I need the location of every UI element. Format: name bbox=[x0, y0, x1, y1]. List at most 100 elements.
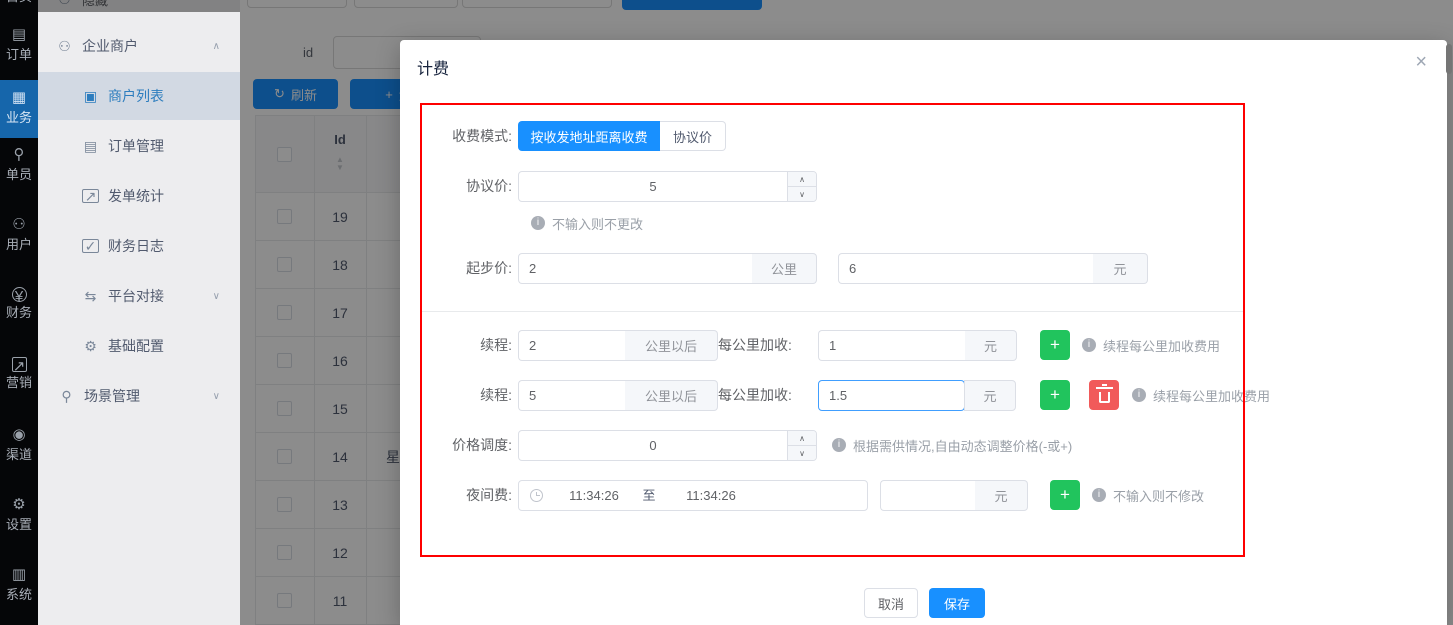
price-adjust-hint: i 根据需供情况,自由动态调整价格(-或+) bbox=[832, 430, 1072, 460]
sidebar-item-dispatch-stats[interactable]: ↗ 发单统计 bbox=[38, 172, 240, 220]
save-button[interactable]: 保存 bbox=[929, 588, 985, 618]
rail-item-users[interactable]: ⚇ 用户 bbox=[0, 216, 38, 253]
log-icon: ✓ bbox=[82, 239, 99, 253]
stepper-up-icon[interactable]: ∧ bbox=[788, 431, 816, 446]
night-end-time[interactable]: 11:34:26 bbox=[666, 481, 756, 510]
sidebar-group-enterprise-merchants[interactable]: ⚇ 企业商户 ∧ bbox=[38, 28, 240, 64]
rail-item-orders[interactable]: ▤ 订单 bbox=[0, 26, 38, 63]
time-range-separator: 至 bbox=[629, 481, 669, 510]
stats-icon: ↗ bbox=[82, 189, 99, 203]
rail-item-riders[interactable]: ⚲ 单员 bbox=[0, 146, 38, 183]
tier-distance-input[interactable] bbox=[518, 380, 625, 411]
business-grid-icon: ▦ bbox=[0, 89, 38, 107]
sidebar-item-merchant-list[interactable]: ▣ 商户列表 bbox=[38, 72, 240, 120]
add-tier-button[interactable]: + bbox=[1040, 330, 1070, 360]
add-night-fee-button[interactable]: + bbox=[1050, 480, 1080, 510]
night-fee-label: 夜间费: bbox=[400, 480, 512, 510]
price-adjust-input[interactable] bbox=[519, 431, 787, 460]
add-tier-button[interactable]: + bbox=[1040, 380, 1070, 410]
scrollbar-thumb[interactable] bbox=[1446, 44, 1452, 74]
night-amount-group: 元 bbox=[880, 480, 1028, 511]
sidebar-top-dim bbox=[38, 0, 240, 12]
rail-item-business[interactable]: ▦ 业务 bbox=[0, 80, 38, 138]
close-icon[interactable]: × bbox=[1415, 52, 1427, 72]
unit-yuan: 元 bbox=[965, 330, 1017, 361]
stepper-up-icon[interactable]: ∧ bbox=[788, 172, 816, 187]
rail-item-home[interactable]: ⌂ 首页 bbox=[0, 0, 38, 5]
charge-mode-label: 收费模式: bbox=[400, 121, 512, 151]
stepper-controls: ∧ ∨ bbox=[787, 431, 816, 460]
info-icon: i bbox=[531, 216, 545, 230]
trash-icon bbox=[1099, 392, 1110, 403]
info-icon: i bbox=[1132, 388, 1146, 402]
marketing-icon: ↗ bbox=[12, 357, 27, 372]
tier-label: 续程: bbox=[400, 380, 512, 410]
unit-after-km: 公里以后 bbox=[625, 330, 718, 361]
stepper-controls: ∧ ∨ bbox=[787, 172, 816, 201]
scene-icon: ⚲ bbox=[58, 388, 75, 405]
tab-agreement-price[interactable]: 协议价 bbox=[660, 121, 726, 151]
base-amount-input[interactable] bbox=[838, 253, 1093, 284]
night-fee-hint: i 不输入则不修改 bbox=[1092, 480, 1204, 510]
tier-hint: i 续程每公里加收费用 bbox=[1082, 330, 1220, 360]
base-amount-group: 元 bbox=[838, 253, 1148, 284]
user-icon: ⚇ bbox=[0, 216, 38, 234]
info-icon: i bbox=[1092, 488, 1106, 502]
tab-distance-pricing[interactable]: 按收发地址距离收费 bbox=[518, 121, 660, 151]
id-card-icon: ▣ bbox=[82, 88, 99, 105]
unit-yuan: 元 bbox=[964, 380, 1016, 411]
tier-distance-input[interactable] bbox=[518, 330, 625, 361]
night-time-range-picker[interactable]: 11:34:26 至 11:34:26 bbox=[518, 480, 868, 511]
tier-label: 续程: bbox=[400, 330, 512, 360]
rail-item-settings[interactable]: ⚙ 设置 bbox=[0, 496, 38, 533]
tier-amount-group: 元 bbox=[818, 380, 1016, 411]
chevron-up-icon: ∧ bbox=[213, 41, 220, 52]
base-distance-group: 公里 bbox=[518, 253, 817, 284]
tier-amount-input-focused[interactable] bbox=[818, 380, 965, 411]
rail-item-system[interactable]: ▥ 系统 bbox=[0, 566, 38, 603]
stepper-down-icon[interactable]: ∨ bbox=[788, 446, 816, 460]
rail-item-marketing[interactable]: ↗ 营销 bbox=[0, 356, 38, 391]
rail-item-finance[interactable]: ¥ 财务 bbox=[0, 286, 38, 321]
channel-icon: ◉ bbox=[0, 426, 38, 444]
link-icon: ⇆ bbox=[82, 288, 99, 305]
price-adjust-stepper: ∧ ∨ bbox=[518, 430, 817, 461]
unit-km: 公里 bbox=[752, 253, 817, 284]
rail-item-channels[interactable]: ◉ 渠道 bbox=[0, 426, 38, 463]
per-km-label: 每公里加收: bbox=[718, 380, 792, 410]
sidebar-item-basic-config[interactable]: ⚙ 基础配置 bbox=[38, 322, 240, 370]
order-icon: ▤ bbox=[0, 26, 38, 44]
sidebar-item-finance-log[interactable]: ✓ 财务日志 bbox=[38, 222, 240, 270]
night-start-time[interactable]: 11:34:26 bbox=[549, 481, 639, 510]
billing-modal: 计费 × 收费模式: 按收发地址距离收费 协议价 协议价: ∧ ∨ i 不输入则… bbox=[400, 40, 1447, 625]
per-km-label: 每公里加收: bbox=[718, 330, 792, 360]
sidebar-item-platform-integration[interactable]: ⇆ 平台对接 ∨ bbox=[38, 272, 240, 320]
sidebar: ⚇ 隐藏 ⚇ 企业商户 ∧ ▣ 商户列表 ▤ 订单管理 ↗ 发单统计 ✓ 财务日… bbox=[38, 0, 240, 625]
price-adjust-label: 价格调度: bbox=[400, 430, 512, 460]
base-distance-input[interactable] bbox=[518, 253, 752, 284]
finance-icon: ¥ bbox=[12, 287, 27, 302]
unit-after-km: 公里以后 bbox=[625, 380, 718, 411]
app-root: ⌂ 首页 ▤ 订单 ▦ 业务 ⚲ 单员 ⚇ 用户 ¥ 财务 ↗ 营销 ◉ 渠道 bbox=[0, 0, 1453, 625]
cancel-button[interactable]: 取消 bbox=[864, 588, 918, 618]
delete-tier-button[interactable] bbox=[1089, 380, 1119, 410]
clock-icon bbox=[530, 489, 543, 502]
tier-amount-input[interactable] bbox=[818, 330, 965, 361]
tier-distance-group: 公里以后 bbox=[518, 380, 718, 411]
agreement-price-label: 协议价: bbox=[400, 171, 512, 201]
gear-icon: ⚙ bbox=[82, 338, 99, 355]
gear-icon: ⚙ bbox=[0, 496, 38, 514]
base-price-label: 起步价: bbox=[400, 253, 512, 283]
stepper-down-icon[interactable]: ∨ bbox=[788, 187, 816, 201]
sidebar-group-scene-management[interactable]: ⚲ 场景管理 ∨ bbox=[38, 372, 240, 420]
agreement-price-stepper: ∧ ∨ bbox=[518, 171, 817, 202]
unit-yuan: 元 bbox=[1093, 253, 1148, 284]
nav-rail: ⌂ 首页 ▤ 订单 ▦ 业务 ⚲ 单员 ⚇ 用户 ¥ 财务 ↗ 营销 ◉ 渠道 bbox=[0, 0, 38, 625]
plus-icon: + bbox=[1050, 385, 1060, 405]
night-amount-input[interactable] bbox=[880, 480, 975, 511]
people-icon: ⚇ bbox=[56, 38, 73, 55]
list-icon: ▤ bbox=[82, 138, 99, 155]
sidebar-item-order-management[interactable]: ▤ 订单管理 bbox=[38, 122, 240, 170]
agreement-price-input[interactable] bbox=[519, 172, 787, 201]
agreement-price-hint: i 不输入则不更改 bbox=[531, 208, 643, 238]
